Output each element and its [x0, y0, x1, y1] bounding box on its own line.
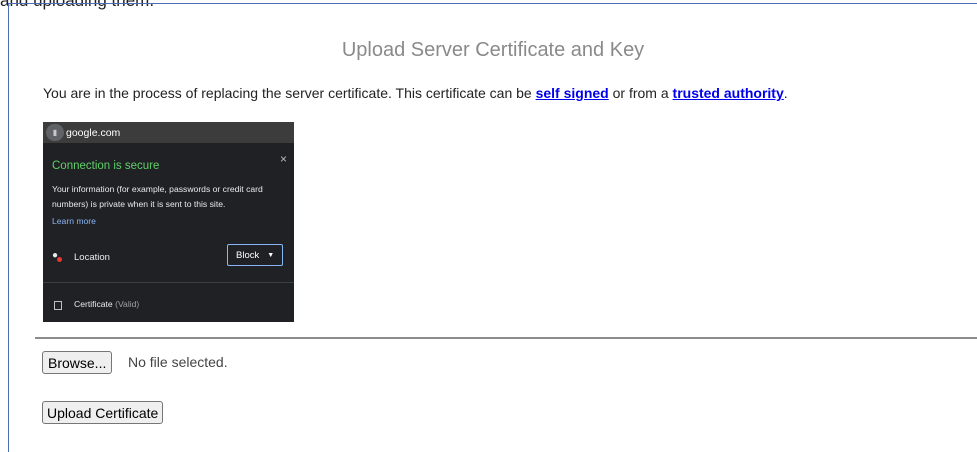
certificate-row: Certificate (Valid) — [74, 299, 139, 309]
close-icon: × — [279, 152, 287, 166]
url-bar: ▮ google.com — [43, 122, 294, 143]
intro-before: You are in the process of replacing the … — [43, 85, 536, 101]
domain-text: google.com — [66, 126, 121, 139]
intro-middle: or from a — [608, 85, 673, 101]
file-status: No file selected. — [128, 354, 228, 370]
certificate-label: Certificate — [74, 299, 113, 309]
page-title: Upload Server Certificate and Key — [341, 39, 645, 61]
certificate-status: (Valid) — [115, 299, 140, 309]
certificate-icon — [54, 301, 62, 310]
privacy-info-text: Your information (for example, passwords… — [52, 184, 263, 209]
lock-icon: ▮ — [46, 124, 64, 141]
browse-button[interactable]: Browse... — [42, 351, 113, 374]
blocked-badge-icon — [57, 257, 62, 262]
popup-divider — [43, 282, 294, 283]
intro-after: . — [783, 85, 788, 101]
upload-certificate-button[interactable]: Upload Certificate — [42, 401, 164, 424]
self-signed-link[interactable]: self signed — [536, 85, 609, 101]
connection-info-screenshot: ▮ google.com × Connection is secure Your… — [43, 122, 294, 322]
caret-down-icon: ▼ — [267, 251, 275, 259]
separator — [35, 337, 977, 339]
secure-heading: Connection is secure — [52, 160, 160, 172]
location-permission-select: Block ▼ — [227, 244, 283, 266]
location-permission-value: Block — [236, 249, 260, 261]
learn-more-link: Learn more — [52, 216, 96, 226]
location-label: Location — [74, 252, 110, 263]
intro-text: You are in the process of replacing the … — [43, 85, 788, 101]
trusted-authority-link[interactable]: trusted authority — [673, 85, 784, 101]
